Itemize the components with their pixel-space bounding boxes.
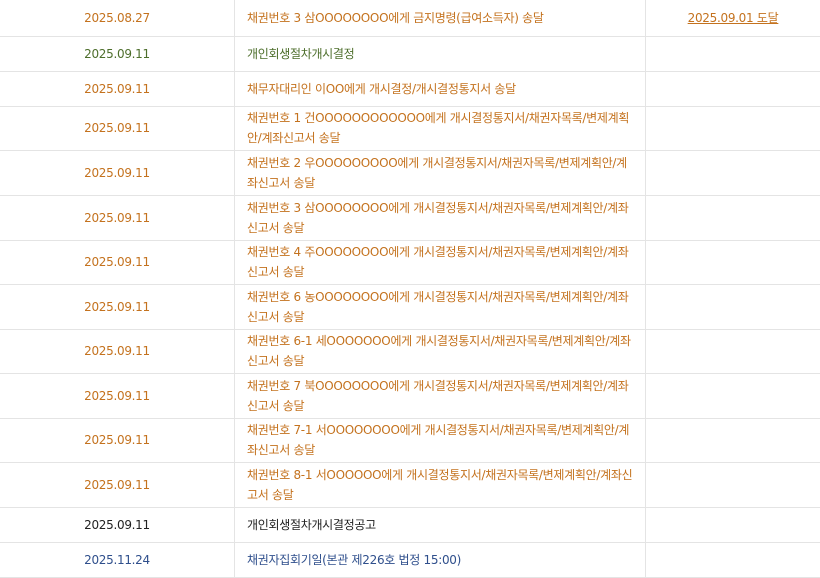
content-cell: 채무자대리인 이OO에게 개시결정/개시결정통지서 송달 <box>235 71 646 106</box>
result-cell <box>646 71 820 106</box>
table-row: 2025.09.11 채권번호 6 농OOOOOOOO에게 개시결정통지서/채권… <box>0 284 820 329</box>
date-cell: 2025.09.11 <box>0 373 235 418</box>
content-cell: 채권번호 4 주OOOOOOOO에게 개시결정통지서/채권자목록/변제계획안/계… <box>235 240 646 284</box>
date-text: 2025.09.11 <box>84 166 150 180</box>
date-text: 2025.09.11 <box>84 478 150 492</box>
content-text: 채권번호 1 건OOOOOOOOOOOO에게 개시결정통지서/채권자목록/변제계… <box>247 108 637 148</box>
table-row: 2025.08.27 채권번호 3 삼OOOOOOOO에게 금지명령(급여소득자… <box>0 0 820 36</box>
content-cell: 채권번호 6 농OOOOOOOO에게 개시결정통지서/채권자목록/변제계획안/계… <box>235 284 646 329</box>
table-row: 2025.09.11 채권번호 8-1 서OOOOOO에게 개시결정통지서/채권… <box>0 462 820 507</box>
content-cell: 개인회생절차개시결정 <box>235 36 646 71</box>
content-text: 채권번호 7-1 서OOOOOOOO에게 개시결정통지서/채권자목록/변제계획안… <box>247 420 637 460</box>
content-cell: 채권번호 2 우OOOOOOOOO에게 개시결정통지서/채권자목록/변제계획안/… <box>235 150 646 195</box>
result-cell <box>646 542 820 577</box>
case-progress-table-body: 2025.08.27 채권번호 3 삼OOOOOOOO에게 금지명령(급여소득자… <box>0 0 820 577</box>
table-row: 2025.09.11 채권번호 7-1 서OOOOOOOO에게 개시결정통지서/… <box>0 418 820 462</box>
result-cell <box>646 240 820 284</box>
date-cell: 2025.09.11 <box>0 284 235 329</box>
content-text: 채권번호 3 삼OOOOOOOO에게 금지명령(급여소득자) 송달 <box>247 8 637 28</box>
result-cell <box>646 106 820 150</box>
content-cell: 채권번호 7 북OOOOOOOO에게 개시결정통지서/채권자목록/변제계획안/계… <box>235 373 646 418</box>
result-cell <box>646 373 820 418</box>
date-cell: 2025.09.11 <box>0 418 235 462</box>
table-row: 2025.09.11 개인회생절차개시결정공고 <box>0 507 820 542</box>
date-text: 2025.09.11 <box>84 121 150 135</box>
content-cell: 채권번호 3 삼OOOOOOOO에게 개시결정통지서/채권자목록/변제계획안/계… <box>235 195 646 240</box>
table-row: 2025.09.11 채권번호 6-1 세OOOOOOO에게 개시결정통지서/채… <box>0 329 820 373</box>
content-text: 채권번호 4 주OOOOOOOO에게 개시결정통지서/채권자목록/변제계획안/계… <box>247 242 637 282</box>
date-cell: 2025.09.11 <box>0 462 235 507</box>
table-row: 2025.09.11 채권번호 7 북OOOOOOOO에게 개시결정통지서/채권… <box>0 373 820 418</box>
result-cell <box>646 507 820 542</box>
date-text: 2025.09.11 <box>84 389 150 403</box>
table-row: 2025.09.11 개인회생절차개시결정 <box>0 36 820 71</box>
content-text: 채권번호 3 삼OOOOOOOO에게 개시결정통지서/채권자목록/변제계획안/계… <box>247 198 637 238</box>
date-cell: 2025.09.11 <box>0 150 235 195</box>
case-progress-table: 2025.08.27 채권번호 3 삼OOOOOOOO에게 금지명령(급여소득자… <box>0 0 820 578</box>
table-row: 2025.09.11 채권번호 2 우OOOOOOOOO에게 개시결정통지서/채… <box>0 150 820 195</box>
content-cell: 채권번호 1 건OOOOOOOOOOOO에게 개시결정통지서/채권자목록/변제계… <box>235 106 646 150</box>
date-text: 2025.09.11 <box>84 255 150 269</box>
date-cell: 2025.09.11 <box>0 329 235 373</box>
date-text: 2025.09.11 <box>84 518 150 532</box>
content-text: 개인회생절차개시결정공고 <box>247 515 637 535</box>
content-text: 채권번호 6-1 세OOOOOOO에게 개시결정통지서/채권자목록/변제계획안/… <box>247 331 637 371</box>
result-cell <box>646 150 820 195</box>
result-cell <box>646 195 820 240</box>
content-cell: 개인회생절차개시결정공고 <box>235 507 646 542</box>
table-row: 2025.09.11 채권번호 1 건OOOOOOOOOOOO에게 개시결정통지… <box>0 106 820 150</box>
table-row: 2025.09.11 채무자대리인 이OO에게 개시결정/개시결정통지서 송달 <box>0 71 820 106</box>
date-text: 2025.09.11 <box>84 82 150 96</box>
date-cell: 2025.09.11 <box>0 195 235 240</box>
result-cell <box>646 36 820 71</box>
content-text: 채권번호 2 우OOOOOOOOO에게 개시결정통지서/채권자목록/변제계획안/… <box>247 153 637 193</box>
content-text: 채권자집회기일(본관 제226호 법정 15:00) <box>247 550 637 570</box>
content-text: 채권번호 8-1 서OOOOOO에게 개시결정통지서/채권자목록/변제계획안/계… <box>247 465 637 505</box>
result-cell <box>646 418 820 462</box>
date-text: 2025.09.11 <box>84 344 150 358</box>
content-text: 개인회생절차개시결정 <box>247 44 637 64</box>
date-text: 2025.09.11 <box>84 211 150 225</box>
table-row: 2025.09.11 채권번호 3 삼OOOOOOOO에게 개시결정통지서/채권… <box>0 195 820 240</box>
date-cell: 2025.08.27 <box>0 0 235 36</box>
content-cell: 채권번호 3 삼OOOOOOOO에게 금지명령(급여소득자) 송달 <box>235 0 646 36</box>
result-cell <box>646 462 820 507</box>
date-text: 2025.09.11 <box>84 47 150 61</box>
content-cell: 채권번호 8-1 서OOOOOO에게 개시결정통지서/채권자목록/변제계획안/계… <box>235 462 646 507</box>
date-text: 2025.11.24 <box>84 553 150 567</box>
date-text: 2025.09.11 <box>84 433 150 447</box>
date-cell: 2025.09.11 <box>0 36 235 71</box>
result-cell: 2025.09.01 도달 <box>646 0 820 36</box>
table-row: 2025.11.24 채권자집회기일(본관 제226호 법정 15:00) <box>0 542 820 577</box>
result-cell <box>646 329 820 373</box>
date-cell: 2025.09.11 <box>0 106 235 150</box>
content-text: 채권번호 6 농OOOOOOOO에게 개시결정통지서/채권자목록/변제계획안/계… <box>247 287 637 327</box>
table-row: 2025.09.11 채권번호 4 주OOOOOOOO에게 개시결정통지서/채권… <box>0 240 820 284</box>
date-cell: 2025.11.24 <box>0 542 235 577</box>
content-cell: 채권자집회기일(본관 제226호 법정 15:00) <box>235 542 646 577</box>
result-cell <box>646 284 820 329</box>
date-cell: 2025.09.11 <box>0 71 235 106</box>
date-text: 2025.08.27 <box>84 11 150 25</box>
date-cell: 2025.09.11 <box>0 507 235 542</box>
delivery-result-link[interactable]: 2025.09.01 도달 <box>688 9 779 26</box>
content-cell: 채권번호 7-1 서OOOOOOOO에게 개시결정통지서/채권자목록/변제계획안… <box>235 418 646 462</box>
content-text: 채권번호 7 북OOOOOOOO에게 개시결정통지서/채권자목록/변제계획안/계… <box>247 376 637 416</box>
content-cell: 채권번호 6-1 세OOOOOOO에게 개시결정통지서/채권자목록/변제계획안/… <box>235 329 646 373</box>
date-text: 2025.09.11 <box>84 300 150 314</box>
content-text: 채무자대리인 이OO에게 개시결정/개시결정통지서 송달 <box>247 79 637 99</box>
date-cell: 2025.09.11 <box>0 240 235 284</box>
